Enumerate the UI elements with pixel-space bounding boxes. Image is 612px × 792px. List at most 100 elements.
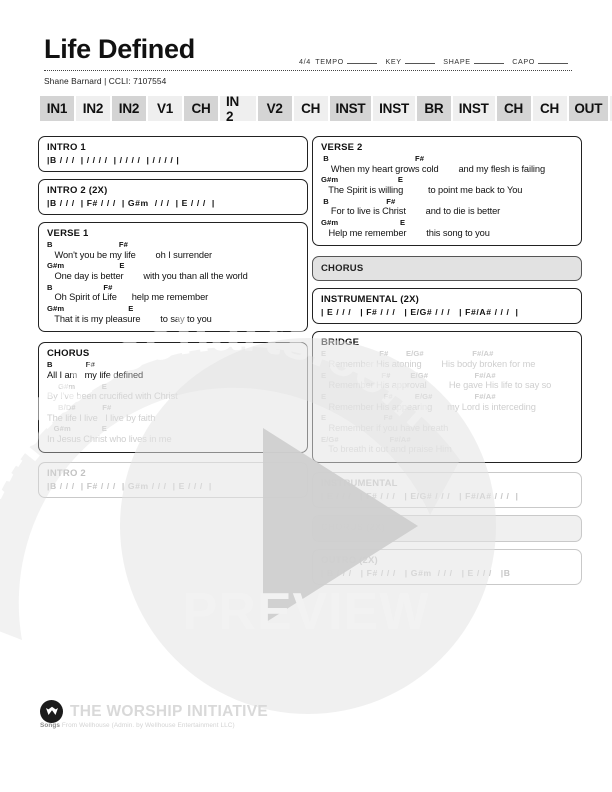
lyric-line: G#m E In Jesus Christ who lives in me: [47, 425, 299, 445]
section-chorus-2x[interactable]: CHORUS (2X): [312, 514, 582, 542]
lyric-row: The Spirit is willing to point me back t…: [321, 185, 523, 196]
lyric-row: Remember if you have breath: [321, 423, 449, 434]
lyric-line: G#m E By I've been crucified with Christ: [47, 382, 299, 403]
lyric-line: E F# E/G# F#/A# Remember His approval He…: [321, 370, 573, 392]
section-instrumental[interactable]: INSTRUMENTAL | E / / / | F# / / / | E/G#…: [312, 471, 582, 508]
chord-progression: | B / / / | F# / / / | G#m / / / | E / /…: [321, 567, 511, 578]
chord-row: G#m E: [47, 303, 134, 313]
chord-progression: |B / / / | F# / / / | G#m / / / | E / / …: [47, 480, 212, 491]
section-bridge[interactable]: BRIDGE E F# E/G# F#/A# Remember His aton…: [312, 331, 582, 463]
arrangement-badge[interactable]: CH: [184, 96, 218, 121]
lyric-row: That it is my pleasure to say to you: [47, 313, 212, 324]
lyric-row: For to live is Christ and to die is bett…: [321, 206, 501, 217]
right-column: VERSE 2 B F# When my heart grows cold an…: [312, 136, 582, 592]
lyric-row: Oh Spirit of Life help me remember: [47, 292, 209, 303]
chord-row: B/D# F#: [47, 402, 112, 412]
shape-label: SHAPE: [443, 57, 471, 66]
lyric-line: G#m E That it is my pleasure to say to y…: [47, 303, 299, 325]
chord-row: B F#: [47, 360, 95, 370]
lyric-row: Won't you be my life oh I surrender: [47, 249, 213, 260]
section-verse-2[interactable]: VERSE 2 B F# When my heart grows cold an…: [312, 136, 582, 247]
lyric-line: E F# Remember if you have breath: [321, 414, 573, 434]
arrangement-badge-row: IN1 IN2 IN2 V1 CH IN 2 V2 CH INST INST B…: [40, 94, 612, 124]
lyric-row: To breath it out and praise Him: [321, 444, 452, 455]
arrangement-badge[interactable]: IN1: [40, 96, 74, 121]
chord-progression: |B / / / | F# / / / | G#m / / / | E / / …: [47, 198, 215, 208]
key-blank[interactable]: [404, 56, 435, 64]
arrangement-badge[interactable]: OUT: [568, 96, 609, 121]
chord-progression: | E / / / | F# / / / | E/G# / / / | F#/A…: [321, 307, 519, 318]
section-label: INTRO 2: [47, 467, 86, 479]
header-divider: [44, 70, 572, 71]
chord-row: E/G# F#/A#: [321, 434, 411, 444]
lyric-row: When my heart grows cold and my flesh is…: [321, 163, 546, 174]
section-label: CHORUS: [321, 263, 364, 275]
section-label: INSTRUMENTAL (2X): [321, 294, 420, 306]
copyright-line: Songs From Wellhouse (Admin. by Wellhous…: [40, 722, 235, 729]
brand-name: THE WORSHIP INITIATIVE: [70, 702, 269, 720]
time-signature: 4/4: [299, 57, 311, 66]
chord-row: B F#: [47, 240, 128, 249]
chord-row: B F#: [321, 196, 396, 206]
chord-chart-page: Life Defined 4/4 TEMPO KEY SHAPE CAPO Sh…: [0, 0, 612, 792]
section-label: VERSE 1: [47, 228, 89, 239]
chord-progression: | E / / / | F# / / / | E/G# / / / | F#/A…: [321, 490, 519, 501]
artist-ccli-byline: Shane Barnard | CCLI: 7107554: [44, 76, 167, 86]
arrangement-badge[interactable]: IN 2: [220, 94, 256, 124]
chart-meta: 4/4 TEMPO KEY SHAPE CAPO: [299, 56, 574, 66]
arrangement-badge[interactable]: INST: [329, 96, 372, 121]
chord-row: G#m E: [321, 217, 406, 227]
worship-initiative-logo-icon: [40, 700, 63, 723]
lyric-row: Remember His appearing my Lord is interc…: [321, 401, 536, 412]
lyric-line: G#m E One day is better with you than al…: [47, 262, 299, 282]
capo-blank[interactable]: [538, 56, 568, 64]
lyric-line: G#m E Help me remember this song to you: [321, 217, 573, 239]
section-label: OUTRO (2X): [321, 554, 378, 566]
arrangement-badge[interactable]: CH: [496, 96, 531, 121]
section-label: VERSE 2: [321, 142, 363, 153]
section-chorus-reference[interactable]: CHORUS: [312, 256, 582, 282]
capo-label: CAPO: [512, 57, 535, 66]
lyric-row: Remember His approval He gave His life t…: [321, 380, 552, 391]
arrangement-badge[interactable]: IN2: [76, 96, 110, 121]
arrangement-badge[interactable]: INST: [452, 96, 495, 121]
chord-row: E F# E/G# F#/A#: [321, 391, 496, 401]
arrangement-badge[interactable]: INST: [373, 96, 415, 121]
section-label: CHORUS: [47, 348, 90, 360]
arrangement-badge[interactable]: V2: [257, 96, 292, 121]
chord-progression: |B / / / | / / / / | / / / / | / / / / |: [47, 155, 180, 165]
page-header: Life Defined 4/4 TEMPO KEY SHAPE CAPO: [44, 36, 574, 66]
section-intro-1[interactable]: INTRO 1 |B / / / | / / / / | / / / / | /…: [38, 136, 308, 172]
chord-row: E F# E/G# F#/A#: [321, 370, 496, 380]
arrangement-badge[interactable]: V1: [148, 96, 182, 121]
section-intro-2[interactable]: INTRO 2 (2X) |B / / / | F# / / / | G#m /…: [38, 179, 308, 215]
shape-blank[interactable]: [473, 56, 504, 64]
lyric-line: B F# When my heart grows cold and my fle…: [321, 154, 573, 175]
section-label: BRIDGE: [321, 337, 360, 349]
section-instrumental-2x[interactable]: INSTRUMENTAL (2X) | E / / / | F# / / / |…: [312, 288, 582, 325]
chord-row: B F#: [321, 154, 425, 163]
lyric-line: B F# For to live is Christ and to die is…: [321, 196, 573, 218]
arrangement-badge[interactable]: CH: [293, 96, 328, 121]
lyric-row: By I've been crucified with Christ: [47, 391, 178, 402]
chord-row: E F# E/G# F#/A#: [321, 349, 494, 359]
section-label: INTRO 1: [47, 142, 86, 153]
tempo-blank[interactable]: [346, 56, 377, 64]
left-column: INTRO 1 |B / / / | / / / / | / / / / | /…: [38, 136, 308, 505]
arrangement-badge[interactable]: IN2: [112, 96, 146, 121]
section-intro-2-repeat[interactable]: INTRO 2 |B / / / | F# / / / | G#m / / / …: [38, 461, 308, 498]
lyric-line: B F# Oh Spirit of Life help me remember: [47, 283, 299, 304]
lyric-row: All I am my life defined: [47, 370, 144, 381]
arrangement-badge[interactable]: CH: [532, 96, 567, 121]
chord-row: E F#: [321, 413, 393, 423]
chord-row: G#m E: [321, 175, 404, 185]
section-outro[interactable]: OUTRO (2X) | B / / / | F# / / / | G#m / …: [312, 548, 582, 585]
copyright-text: From Wellhouse (Admin. by Wellhouse Ente…: [60, 722, 235, 729]
arrangement-badge[interactable]: BR: [416, 96, 451, 121]
lyric-row: One day is better with you than all the …: [47, 271, 248, 282]
section-label: INSTRUMENTAL: [321, 477, 398, 489]
section-chorus[interactable]: CHORUS B F# All I am my life defined G#m…: [38, 342, 308, 453]
tempo-label: TEMPO: [315, 57, 344, 66]
section-verse-1[interactable]: VERSE 1 B F# Won't you be my life oh I s…: [38, 222, 308, 333]
lyric-row: Help me remember this song to you: [321, 227, 490, 238]
